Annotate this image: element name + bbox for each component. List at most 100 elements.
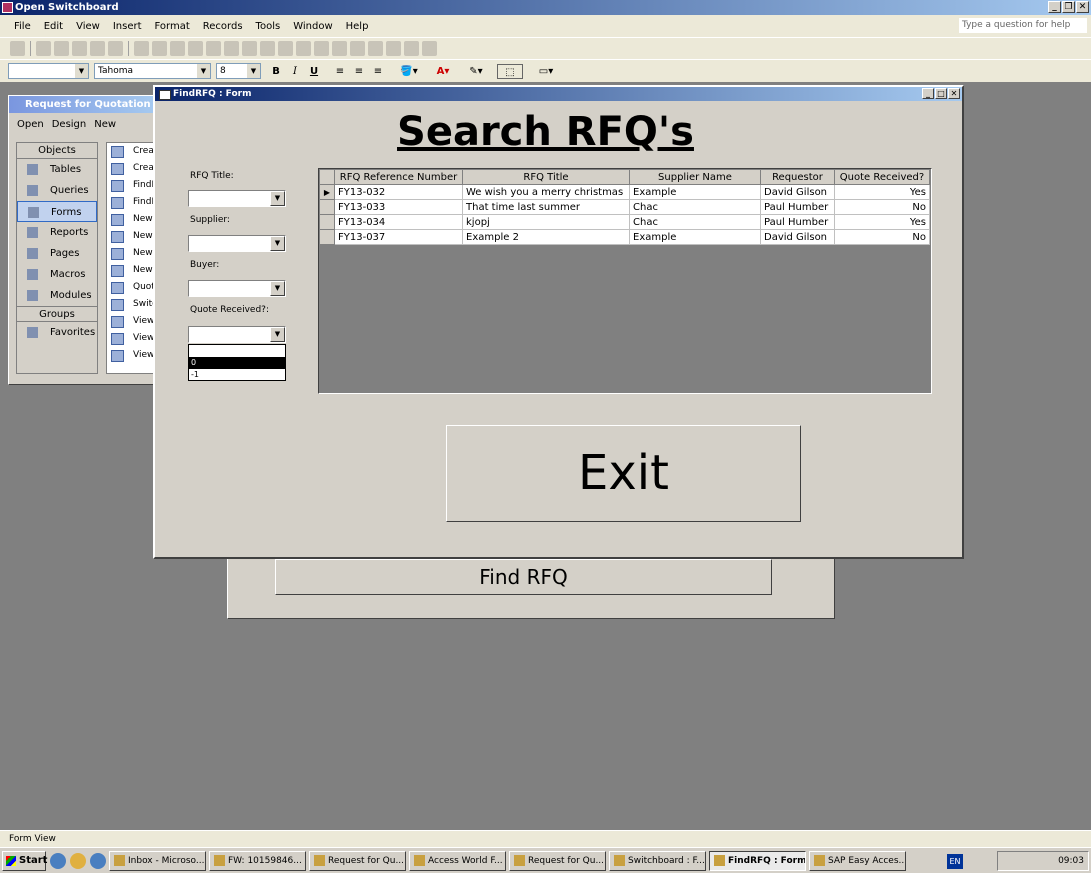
menu-file[interactable]: File	[14, 21, 31, 32]
list-item[interactable]: FindF	[107, 194, 157, 211]
column-header[interactable]: Quote Received?	[834, 169, 930, 185]
new-record-icon[interactable]	[332, 41, 347, 56]
table-cell[interactable]: kjopj	[462, 214, 630, 230]
help-search-input[interactable]: Type a question for help	[959, 18, 1087, 33]
object-queries[interactable]: Queries	[17, 180, 97, 201]
font-color-icon[interactable]: A▾	[430, 64, 456, 79]
sort-descending-icon[interactable]	[242, 41, 257, 56]
menu-format[interactable]: Format	[155, 21, 190, 32]
column-header[interactable]: Requestor	[760, 169, 835, 185]
row-selector[interactable]	[319, 229, 335, 245]
list-item[interactable]: FindF	[107, 177, 157, 194]
table-row[interactable]: ▶ FY13-032 We wish you a merry christmas…	[319, 184, 930, 200]
buyer-combo[interactable]: ▼	[188, 280, 286, 297]
table-cell[interactable]: No	[834, 229, 930, 245]
list-item[interactable]: NewF	[107, 228, 157, 245]
menu-window[interactable]: Window	[293, 21, 332, 32]
clock[interactable]: 09:03	[1058, 856, 1084, 866]
italic-button[interactable]: I	[287, 64, 303, 79]
table-cell[interactable]: No	[834, 199, 930, 215]
row-selector-header[interactable]	[319, 169, 335, 185]
table-cell[interactable]: FY13-037	[334, 229, 463, 245]
chevron-down-icon[interactable]: ▼	[270, 281, 285, 296]
font-size-select[interactable]: 8 ▼	[216, 63, 261, 79]
language-indicator[interactable]: EN	[947, 854, 963, 869]
search-file-icon[interactable]	[54, 41, 69, 56]
object-reports[interactable]: Reports	[17, 222, 97, 243]
dropdown-option[interactable]: -1	[189, 369, 285, 381]
delete-record-icon[interactable]	[350, 41, 365, 56]
paste-icon[interactable]	[170, 41, 185, 56]
exit-button[interactable]: Exit	[446, 425, 801, 522]
taskbar-item[interactable]: Request for Qu...	[509, 850, 606, 871]
db-open-button[interactable]: Open	[17, 119, 44, 130]
bold-button[interactable]: B	[268, 64, 284, 79]
dropdown-option[interactable]	[189, 345, 285, 357]
menu-help[interactable]: Help	[346, 21, 369, 32]
filter-by-form-icon[interactable]	[278, 41, 293, 56]
menu-edit[interactable]: Edit	[44, 21, 63, 32]
new-object-icon[interactable]	[404, 41, 419, 56]
rfq-title-combo[interactable]: ▼	[188, 190, 286, 207]
dropdown-option[interactable]: 0	[189, 357, 285, 369]
table-cell[interactable]: Paul Humber	[760, 199, 835, 215]
special-effect-icon[interactable]: ▭▾	[533, 64, 559, 79]
restore-button[interactable]: ❐	[1062, 1, 1075, 13]
taskbar-item[interactable]: SAP Easy Acces...	[809, 850, 906, 871]
form-maximize-button[interactable]: □	[935, 88, 947, 99]
taskbar-item[interactable]: Access World F...	[409, 850, 506, 871]
object-modules[interactable]: Modules	[17, 285, 97, 306]
database-window-icon[interactable]	[386, 41, 401, 56]
table-cell[interactable]: Example 2	[462, 229, 630, 245]
list-item[interactable]: ViewI	[107, 313, 157, 330]
spelling-icon[interactable]	[108, 41, 123, 56]
quote-received-combo[interactable]: ▼	[188, 326, 286, 343]
save-icon[interactable]	[36, 41, 51, 56]
objects-header[interactable]: Objects	[17, 143, 97, 159]
table-cell[interactable]: FY13-032	[334, 184, 463, 200]
table-cell[interactable]: We wish you a merry christmas	[462, 184, 630, 200]
table-cell[interactable]: FY13-033	[334, 199, 463, 215]
table-cell[interactable]: Chac	[629, 214, 761, 230]
groups-header[interactable]: Groups	[17, 306, 97, 322]
align-left-icon[interactable]: ≡	[332, 64, 348, 79]
find-icon[interactable]	[314, 41, 329, 56]
db-design-button[interactable]: Design	[52, 119, 87, 130]
list-item[interactable]: NewS	[107, 262, 157, 279]
apply-filter-icon[interactable]	[296, 41, 311, 56]
minimize-button[interactable]: _	[1048, 1, 1061, 13]
list-item[interactable]: Crea	[107, 160, 157, 177]
underline-button[interactable]: U	[306, 64, 322, 79]
table-cell[interactable]: Paul Humber	[760, 214, 835, 230]
object-selector[interactable]: ▼	[8, 63, 89, 79]
table-cell[interactable]: Chac	[629, 199, 761, 215]
taskbar-item-active[interactable]: FindRFQ : Form	[709, 850, 806, 871]
cut-icon[interactable]	[134, 41, 149, 56]
list-item[interactable]: ViewI	[107, 330, 157, 347]
table-cell[interactable]: FY13-034	[334, 214, 463, 230]
chevron-down-icon[interactable]: ▼	[270, 327, 285, 342]
print-preview-icon[interactable]	[90, 41, 105, 56]
table-cell[interactable]: Example	[629, 184, 761, 200]
form-close-button[interactable]: ✕	[948, 88, 960, 99]
table-cell[interactable]: Example	[629, 229, 761, 245]
list-item[interactable]: ViewI	[107, 347, 157, 364]
font-name-select[interactable]: Tahoma ▼	[94, 63, 211, 79]
menu-view[interactable]: View	[76, 21, 100, 32]
list-item[interactable]: NewF	[107, 211, 157, 228]
current-record-icon[interactable]: ▶	[319, 184, 335, 200]
table-cell[interactable]: Yes	[834, 184, 930, 200]
db-new-button[interactable]: New	[94, 119, 116, 130]
list-item[interactable]: Quot	[107, 279, 157, 296]
table-cell[interactable]: That time last summer	[462, 199, 630, 215]
supplier-combo[interactable]: ▼	[188, 235, 286, 252]
column-header[interactable]: Supplier Name	[629, 169, 761, 185]
folder-icon[interactable]	[70, 852, 86, 869]
database-window[interactable]: Request for Quotation : Da Open Design N…	[8, 95, 158, 385]
menu-insert[interactable]: Insert	[113, 21, 142, 32]
undo-icon[interactable]	[188, 41, 203, 56]
print-icon[interactable]	[72, 41, 87, 56]
list-item[interactable]: Crea	[107, 143, 157, 160]
table-cell[interactable]: David Gilson	[760, 229, 835, 245]
list-item[interactable]: NewF	[107, 245, 157, 262]
